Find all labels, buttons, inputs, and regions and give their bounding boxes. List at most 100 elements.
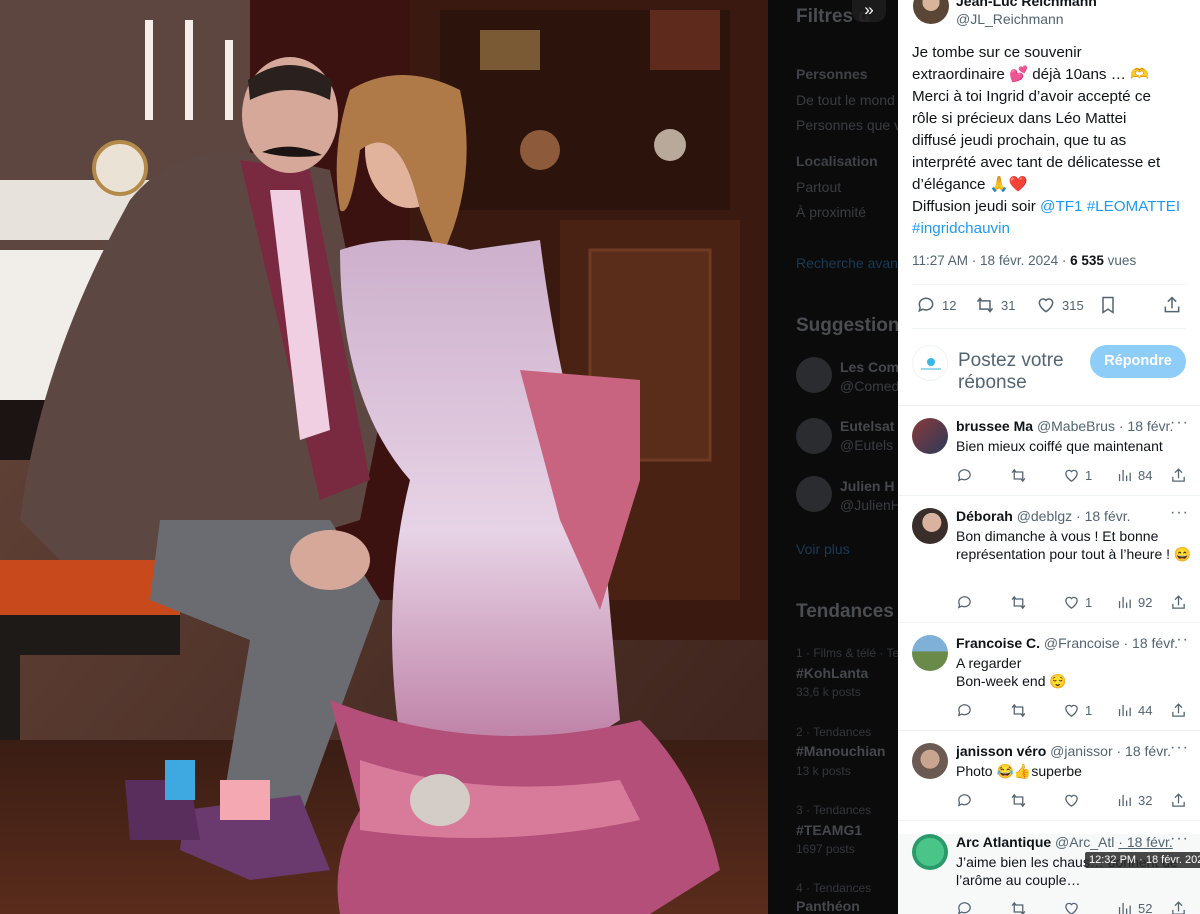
reply-author-handle[interactable]: @MabeBrus (1037, 418, 1115, 434)
views-count: 44 (1138, 703, 1153, 718)
reply-author-name[interactable]: janisson véro (956, 743, 1046, 759)
more-icon[interactable]: ··· (1170, 414, 1189, 432)
account-logo-icon (921, 358, 941, 370)
views-button[interactable]: 84 (1116, 467, 1152, 484)
analytics-icon (1118, 902, 1131, 914)
share-button[interactable] (1170, 467, 1187, 484)
author-name[interactable]: Jean-Luc Reichmann (956, 0, 1097, 9)
share-button[interactable] (1170, 594, 1187, 611)
reply-author-name[interactable]: Déborah (956, 508, 1013, 524)
repost-button[interactable] (1010, 702, 1032, 719)
trend-tag[interactable]: #TEAMG1 (796, 822, 862, 838)
reply-icon (918, 297, 934, 313)
like-button[interactable]: 1 (1063, 467, 1092, 484)
trend-tag[interactable]: #KohLanta (796, 665, 868, 681)
comment-button[interactable] (956, 792, 978, 809)
suggestion-name[interactable]: Les Com (840, 359, 898, 375)
views-button[interactable]: 52 (1116, 900, 1152, 914)
like-button[interactable]: 315 (1036, 295, 1084, 315)
share-button[interactable] (1162, 295, 1182, 315)
avatar[interactable] (912, 834, 948, 870)
tweet-photo[interactable] (0, 0, 768, 914)
location-option[interactable]: À proximité (796, 204, 866, 220)
reply-date[interactable]: · 18 févr. (1118, 834, 1172, 850)
reply-date[interactable]: · 18 févr. (1119, 418, 1173, 434)
suggestion-name[interactable]: Eutelsat (840, 418, 894, 434)
share-icon (1172, 793, 1185, 807)
analytics-icon (1118, 596, 1131, 609)
reply-date[interactable]: · 18 févr. (1076, 508, 1130, 524)
repost-button[interactable] (1010, 900, 1032, 914)
reply-author-handle[interactable]: @Arc_Atl (1055, 834, 1114, 850)
advanced-search-link[interactable]: Recherche avan (796, 255, 898, 271)
reply-author-handle[interactable]: @janissor (1050, 743, 1112, 759)
avatar[interactable] (912, 743, 948, 779)
reply-author-name[interactable]: Francoise C. (956, 635, 1040, 651)
reply-input[interactable]: Postez votre réponse (958, 350, 1088, 388)
hashtag-link[interactable]: #LEOMATTEI (1087, 198, 1180, 215)
heart-icon (1065, 704, 1078, 717)
reply-actions: 1 84 (956, 467, 1186, 487)
divider (898, 820, 1200, 821)
trend-tag[interactable]: Panthéon (796, 898, 860, 914)
reply-icon (957, 704, 971, 717)
trend-posts: 33,6 k posts (796, 685, 861, 699)
reply-actions: 1 44 (956, 702, 1186, 722)
expand-icon[interactable]: » (852, 0, 886, 22)
location-option[interactable]: Partout (796, 179, 841, 195)
repost-button[interactable] (1010, 467, 1032, 484)
mention-link[interactable]: @TF1 (1040, 198, 1082, 215)
repost-button[interactable]: 31 (975, 295, 1015, 315)
like-button[interactable] (1063, 792, 1085, 809)
share-button[interactable] (1170, 702, 1187, 719)
reply-actions: 52 (956, 900, 1186, 914)
see-more-link[interactable]: Voir plus (796, 541, 850, 557)
comment-button[interactable] (956, 467, 978, 484)
persons-option[interactable]: Personnes que v (796, 117, 898, 133)
like-button[interactable]: 1 (1063, 594, 1092, 611)
reply-header: brussee Ma @MabeBrus · 18 févr. (956, 418, 1178, 434)
trend-tag[interactable]: #Manouchian (796, 743, 885, 759)
more-icon[interactable]: ··· (1170, 631, 1189, 649)
repost-button[interactable] (1010, 594, 1032, 611)
share-button[interactable] (1170, 792, 1187, 809)
author-handle[interactable]: @JL_Reichmann (956, 11, 1064, 27)
tweet-time[interactable]: 11:27 AM (912, 253, 968, 268)
views-button[interactable]: 92 (1116, 594, 1152, 611)
views-button[interactable]: 32 (1116, 792, 1152, 809)
avatar[interactable] (912, 418, 948, 454)
views-button[interactable]: 44 (1116, 702, 1152, 719)
like-button[interactable] (1063, 900, 1085, 914)
bookmark-button[interactable] (1098, 295, 1118, 315)
reply-date[interactable]: · 18 févr. (1117, 743, 1171, 759)
reply-text-line: Bon-week end 😌 (956, 673, 1067, 689)
avatar (796, 476, 832, 512)
reply-author-name[interactable]: Arc Atlantique (956, 834, 1051, 850)
reply-author-name[interactable]: brussee Ma (956, 418, 1033, 434)
more-icon[interactable]: ··· (1170, 739, 1189, 757)
persons-option[interactable]: De tout le mond (796, 92, 895, 108)
like-button[interactable]: 1 (1063, 702, 1092, 719)
repost-button[interactable] (1010, 792, 1032, 809)
avatar[interactable] (912, 508, 948, 544)
comment-button[interactable] (956, 594, 978, 611)
reply-author-handle[interactable]: @deblgz (1017, 508, 1072, 524)
reply-author-handle[interactable]: @Francoise (1044, 635, 1120, 651)
trend-category: 3 · Tendances (796, 803, 872, 817)
hashtag-link[interactable]: #ingridchauvin (912, 220, 1010, 237)
more-icon[interactable]: ··· (1170, 830, 1189, 848)
reply-button[interactable]: 12 (916, 295, 956, 315)
reply-item[interactable]: Arc Atlantique @Arc_Atl · 18 févr. ··· J… (898, 830, 1200, 914)
reply-submit-button[interactable]: Répondre (1090, 345, 1186, 378)
more-icon[interactable]: ··· (1170, 504, 1189, 522)
author-avatar[interactable] (913, 0, 949, 24)
date-tooltip: 12:32 PM · 18 févr. 2024 (1085, 852, 1200, 868)
comment-button[interactable] (956, 900, 978, 914)
share-icon (1172, 595, 1185, 609)
avatar[interactable] (912, 635, 948, 671)
tweet-text-line: d’élégance 🙏❤️ (912, 176, 1028, 193)
suggestion-name[interactable]: Julien H (840, 478, 894, 494)
tweet-date[interactable]: 18 févr. 2024 (980, 253, 1058, 268)
comment-button[interactable] (956, 702, 978, 719)
share-button[interactable] (1170, 900, 1187, 914)
